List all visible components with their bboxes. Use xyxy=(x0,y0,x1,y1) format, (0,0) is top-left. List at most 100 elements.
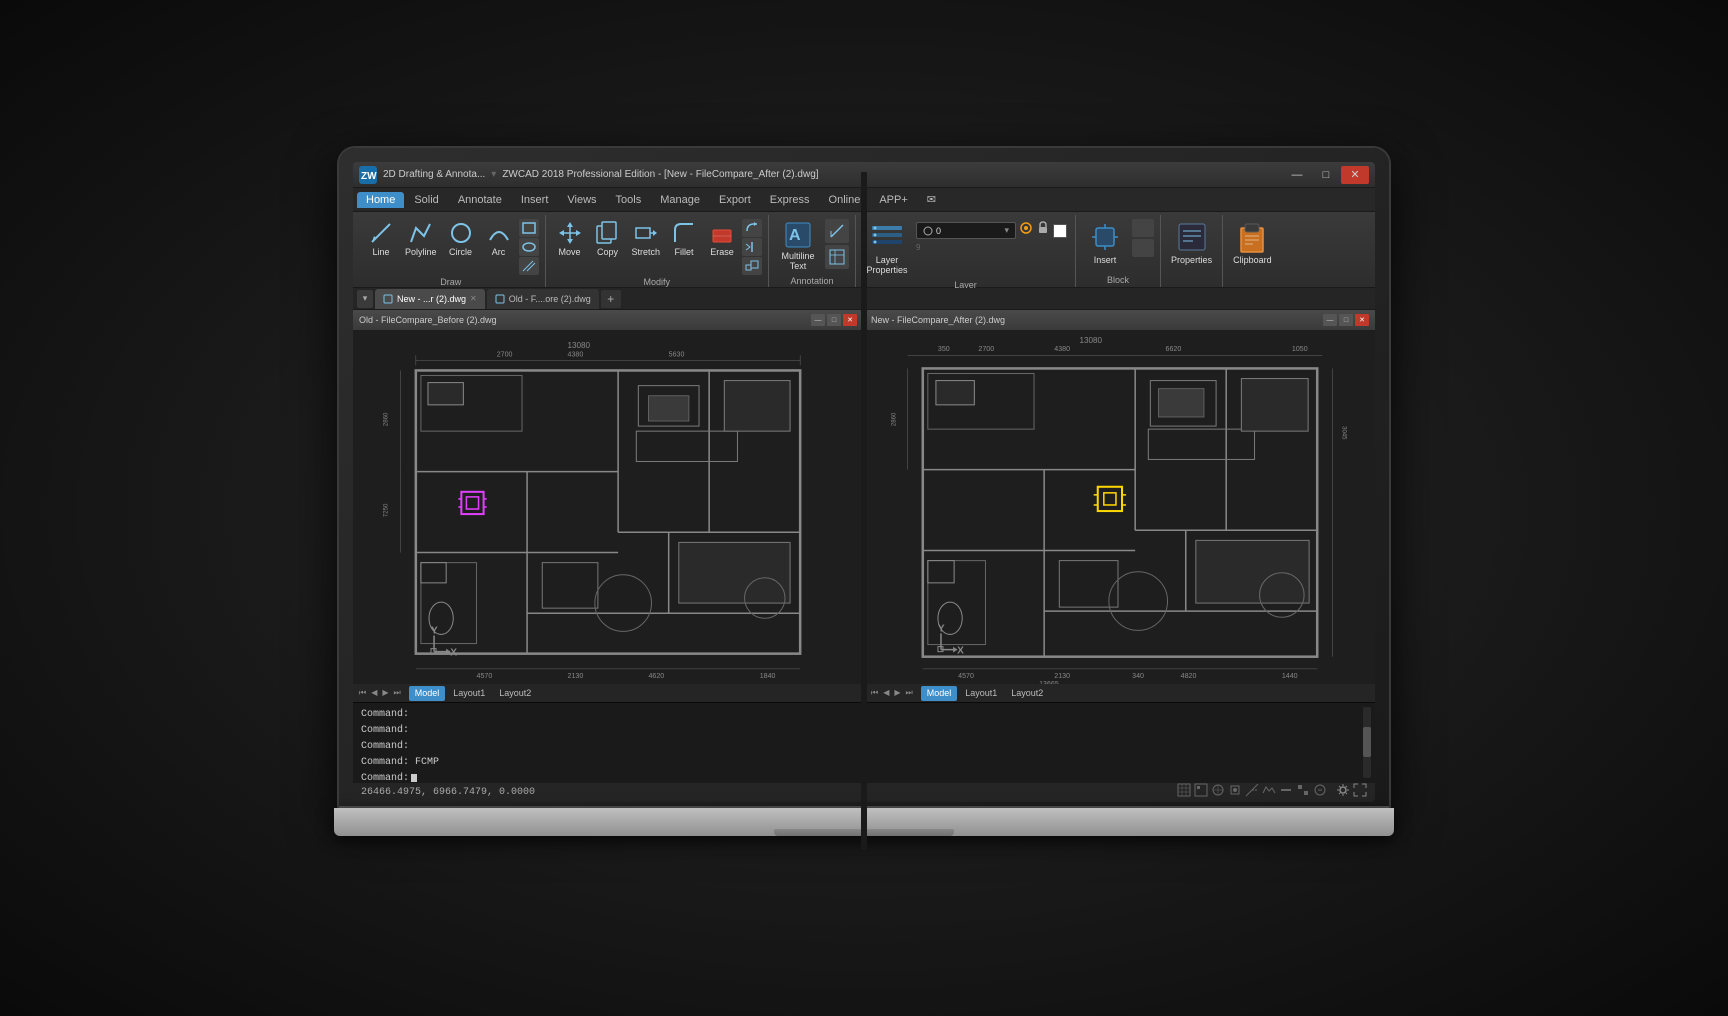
mirror-button[interactable] xyxy=(742,238,762,256)
move-button[interactable]: Move xyxy=(552,217,588,260)
rectangle-button[interactable] xyxy=(519,219,539,237)
tab-express[interactable]: Express xyxy=(761,192,819,208)
fillet-button[interactable]: Fillet xyxy=(666,217,702,260)
right-nav-prev-prev[interactable]: ⏮ xyxy=(869,687,880,699)
layer-color-swatch[interactable] xyxy=(1053,224,1067,238)
layer-properties-button[interactable]: LayerProperties xyxy=(862,217,912,278)
stretch-button[interactable]: Stretch xyxy=(628,217,665,260)
svg-text:A: A xyxy=(789,227,801,244)
create-block-button[interactable] xyxy=(1132,219,1154,237)
screen-content: ZW 2D Drafting & Annota... ▾ ZWCAD 2018 … xyxy=(353,162,1375,802)
circle-button[interactable]: Circle xyxy=(443,217,479,260)
panel-toggle-btn[interactable]: ▾ xyxy=(357,290,373,308)
svg-text:5630: 5630 xyxy=(669,350,685,358)
tab-app-plus[interactable]: APP+ xyxy=(870,192,916,208)
tab-home[interactable]: Home xyxy=(357,192,404,208)
doc-tab-new[interactable]: New - ...r (2).dwg ✕ xyxy=(375,289,485,309)
line-button[interactable]: Line xyxy=(363,217,399,260)
maximize-button[interactable]: □ xyxy=(1312,166,1340,184)
block-editor-button[interactable] xyxy=(1132,239,1154,257)
status-dyn-icon[interactable] xyxy=(1262,783,1276,802)
right-nav-next[interactable]: ▶ xyxy=(892,687,902,699)
properties-group-label xyxy=(1167,283,1216,287)
clipboard-button[interactable]: Clipboard xyxy=(1229,217,1276,268)
tab-views[interactable]: Views xyxy=(558,192,605,208)
multiline-text-icon: A xyxy=(783,220,813,250)
doc-tab-old[interactable]: Old - F....ore (2).dwg xyxy=(487,289,599,309)
erase-icon xyxy=(709,220,735,246)
status-osnap-icon[interactable] xyxy=(1228,783,1242,802)
left-drawing-panel: Old - FileCompare_Before (2).dwg — □ ✕ xyxy=(353,310,865,702)
ellipse-button[interactable] xyxy=(519,238,539,256)
left-layout2-tab[interactable]: Layout2 xyxy=(493,686,537,701)
tab-solid[interactable]: Solid xyxy=(405,192,447,208)
tab-annotate[interactable]: Annotate xyxy=(449,192,511,208)
left-panel-max[interactable]: □ xyxy=(827,314,841,326)
copy-button[interactable]: Copy xyxy=(590,217,626,260)
status-lw-icon[interactable] xyxy=(1279,783,1293,802)
tab-export[interactable]: Export xyxy=(710,192,760,208)
right-panel-max[interactable]: □ xyxy=(1339,314,1353,326)
rotate-button[interactable] xyxy=(742,219,762,237)
status-qp-icon[interactable] xyxy=(1313,783,1327,802)
polyline-icon xyxy=(408,220,434,246)
arc-button[interactable]: Arc xyxy=(481,217,517,260)
doc-tab-close-new[interactable]: ✕ xyxy=(470,294,477,303)
layer-dropdown[interactable]: 0 ▾ xyxy=(916,222,1016,239)
status-polar-icon[interactable] xyxy=(1211,783,1225,802)
tab-tools[interactable]: Tools xyxy=(607,192,651,208)
scale-button[interactable] xyxy=(742,257,762,275)
tab-mail[interactable]: ✉ xyxy=(918,191,945,208)
erase-label: Erase xyxy=(710,247,734,257)
status-fullscreen-icon[interactable] xyxy=(1353,783,1367,802)
tab-manage[interactable]: Manage xyxy=(651,192,709,208)
panel-resize-handle[interactable] xyxy=(861,310,867,702)
close-button[interactable]: ✕ xyxy=(1341,166,1369,184)
tab-insert[interactable]: Insert xyxy=(512,192,558,208)
polyline-label: Polyline xyxy=(405,247,437,257)
properties-button[interactable]: Properties xyxy=(1167,217,1216,268)
svg-text:350: 350 xyxy=(938,345,950,353)
hatch-button[interactable] xyxy=(519,257,539,275)
left-nav-next-next[interactable]: ⏭ xyxy=(392,687,403,699)
layer-freeze-button[interactable] xyxy=(1019,221,1033,240)
right-layout1-tab[interactable]: Layout1 xyxy=(959,686,1003,701)
right-layout-tabs: ⏮ ◀ ▶ ⏭ Model Layout1 Layout2 xyxy=(865,684,1375,702)
right-nav-next-next[interactable]: ⏭ xyxy=(904,687,915,699)
right-panel-close[interactable]: ✕ xyxy=(1355,314,1369,326)
svg-text:7250: 7250 xyxy=(384,503,390,517)
status-grid-icon[interactable] xyxy=(1177,783,1191,802)
layer-lock-button[interactable] xyxy=(1036,221,1050,240)
left-nav-prev[interactable]: ◀ xyxy=(369,687,379,699)
status-snap-icon[interactable] xyxy=(1194,783,1208,802)
multiline-text-button[interactable]: A MultilineText xyxy=(775,217,821,274)
left-model-tab[interactable]: Model xyxy=(409,686,446,701)
left-panel-min[interactable]: — xyxy=(811,314,825,326)
annotation-group-label: Annotation xyxy=(775,274,849,288)
dimension-button[interactable] xyxy=(825,219,849,243)
right-layout2-tab[interactable]: Layout2 xyxy=(1005,686,1049,701)
new-file-button[interactable]: + xyxy=(601,290,621,308)
status-coords: 26466.4975, 6966.7479, 0.0000 xyxy=(361,787,535,798)
insert-button[interactable]: Insert xyxy=(1082,217,1128,268)
right-panel-header: New - FileCompare_After (2).dwg — □ ✕ xyxy=(865,310,1375,330)
polyline-button[interactable]: Polyline xyxy=(401,217,441,260)
left-layout1-tab[interactable]: Layout1 xyxy=(447,686,491,701)
right-model-tab[interactable]: Model xyxy=(921,686,958,701)
erase-button[interactable]: Erase xyxy=(704,217,740,260)
left-nav-next[interactable]: ▶ xyxy=(380,687,390,699)
doc-tab-new-label: New - ...r (2).dwg xyxy=(397,294,466,304)
command-cursor xyxy=(411,774,417,783)
left-nav-prev-prev[interactable]: ⏮ xyxy=(357,687,368,699)
status-tp-icon[interactable] xyxy=(1296,783,1310,802)
command-scroll[interactable] xyxy=(1363,707,1371,778)
block-group-label: Block xyxy=(1082,273,1154,287)
minimize-button[interactable]: — xyxy=(1283,166,1311,184)
right-nav-prev[interactable]: ◀ xyxy=(881,687,891,699)
table-button[interactable] xyxy=(825,245,849,269)
left-layout-tabs: ⏮ ◀ ▶ ⏭ Model Layout1 Layout2 xyxy=(353,684,863,702)
status-otrack-icon[interactable] xyxy=(1245,783,1259,802)
right-panel-min[interactable]: — xyxy=(1323,314,1337,326)
status-settings-icon[interactable] xyxy=(1336,783,1350,802)
left-panel-close[interactable]: ✕ xyxy=(843,314,857,326)
